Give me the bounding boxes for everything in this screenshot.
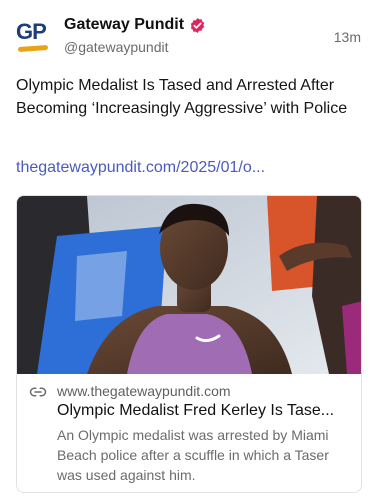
athlete-photo <box>17 196 361 374</box>
post-text: Olympic Medalist Is Tased and Arrested A… <box>16 77 348 117</box>
post-timestamp: 13m <box>333 29 361 45</box>
card-description: An Olympic medalist was arrested by Miam… <box>57 427 329 483</box>
avatar-logo-text: GP <box>16 19 47 44</box>
card-meta: www.thegatewaypundit.com Olympic Medalis… <box>17 374 361 492</box>
display-name[interactable]: Gateway Pundit <box>64 16 184 34</box>
post-header: GP Gateway Pundit @gatewaypundit 13m <box>16 14 361 58</box>
post-link[interactable]: thegatewaypundit.com/2025/01/o... <box>16 159 359 177</box>
link-icon <box>29 387 47 397</box>
avatar[interactable]: GP <box>16 16 52 53</box>
user-handle[interactable]: @gatewaypundit <box>64 39 169 55</box>
card-title[interactable]: Olympic Medalist Fred Kerley Is Tase... <box>57 402 353 420</box>
preview-image[interactable] <box>17 196 361 374</box>
link-preview-card[interactable]: www.thegatewaypundit.com Olympic Medalis… <box>16 195 362 493</box>
avatar-swoosh <box>17 44 49 53</box>
verified-badge-icon <box>190 17 205 33</box>
card-domain: www.thegatewaypundit.com <box>57 383 231 399</box>
name-row: Gateway Pundit <box>64 14 206 36</box>
